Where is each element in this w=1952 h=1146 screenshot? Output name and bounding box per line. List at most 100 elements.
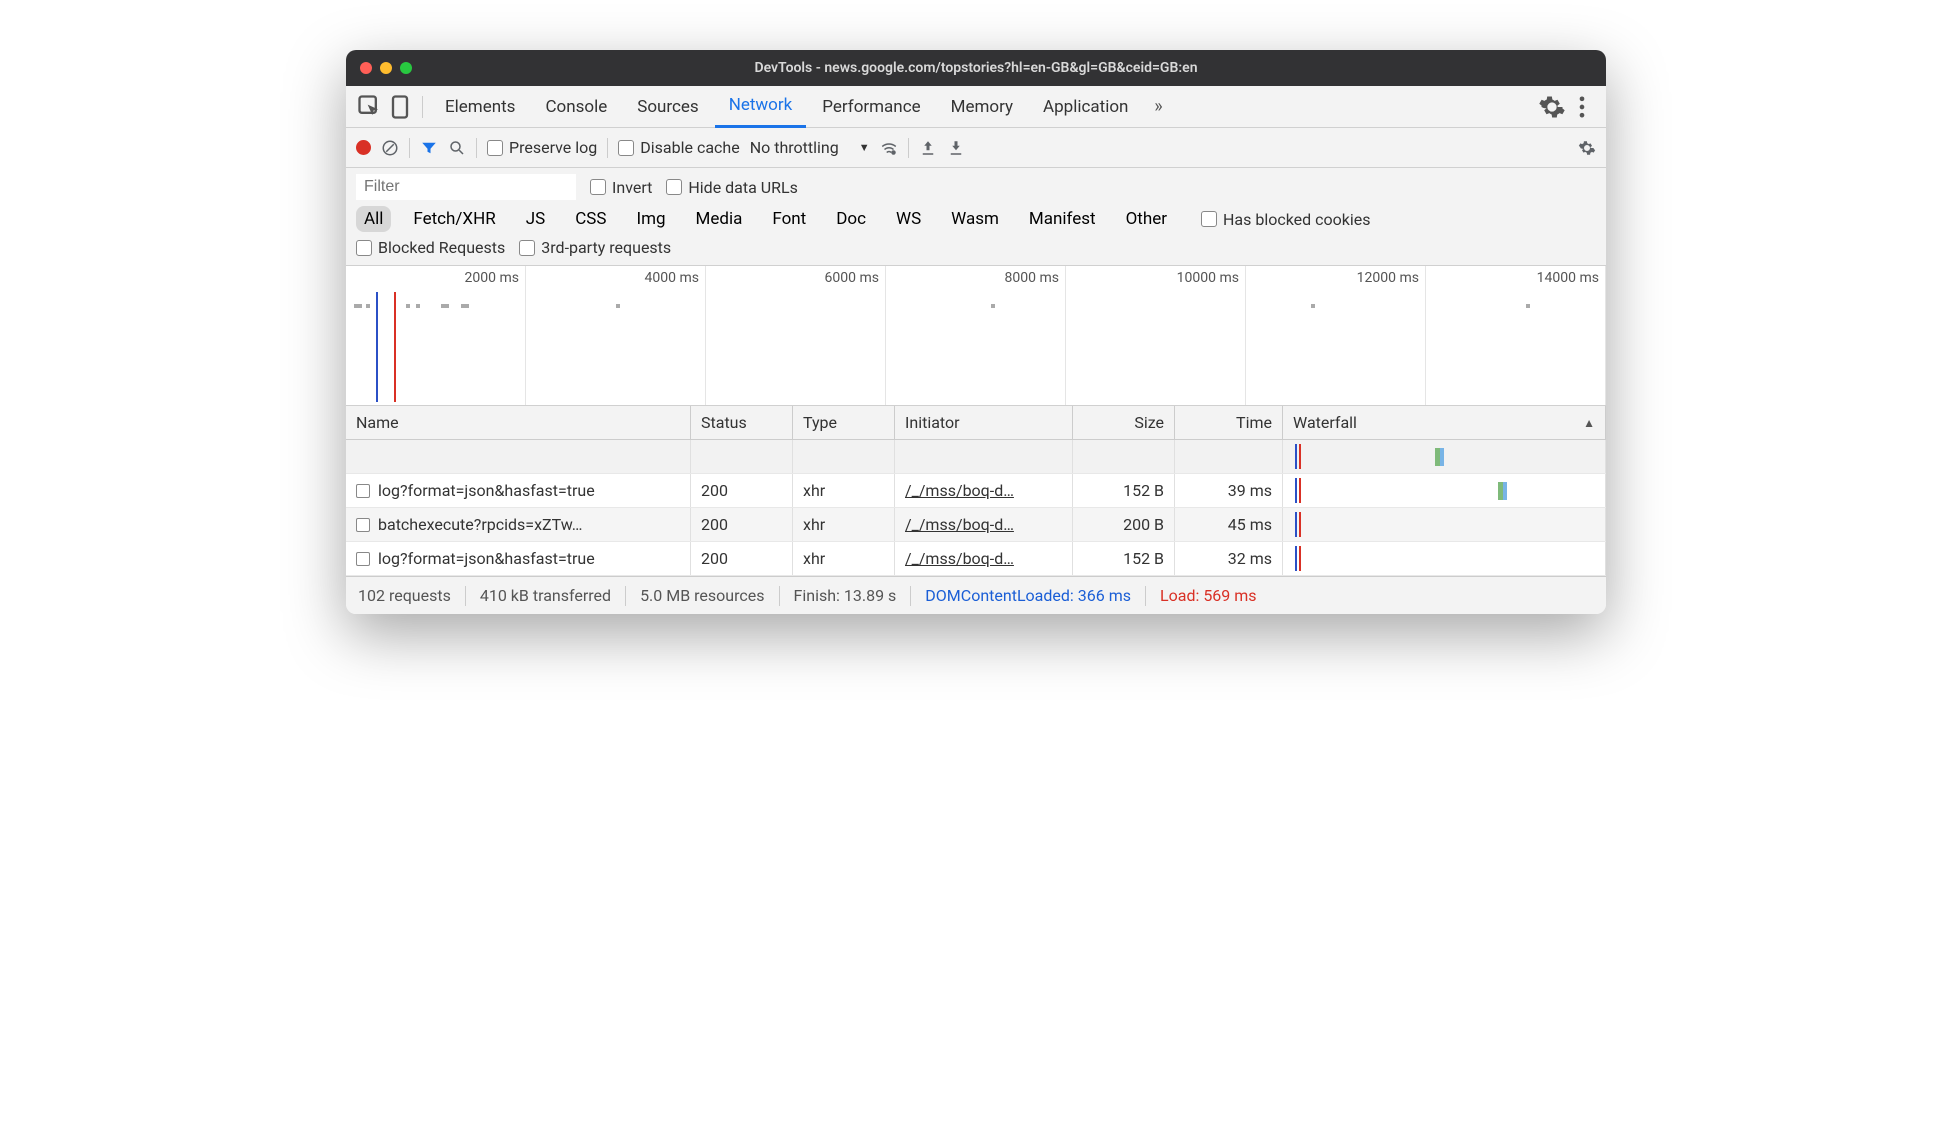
row-checkbox[interactable] — [356, 484, 370, 498]
filter-bar: Invert Hide data URLs All Fetch/XHR JS C… — [346, 168, 1606, 266]
col-header-name[interactable]: Name — [346, 406, 691, 439]
row-checkbox[interactable] — [356, 552, 370, 566]
request-initiator[interactable]: /_/mss/boq-d… — [905, 515, 1014, 534]
filter-type-js[interactable]: JS — [518, 206, 553, 232]
filter-type-other[interactable]: Other — [1118, 206, 1175, 232]
request-type: xhr — [793, 474, 895, 507]
request-status: 200 — [691, 542, 793, 575]
row-checkbox[interactable] — [356, 518, 370, 532]
timeline-overview[interactable]: 2000 ms 4000 ms 6000 ms 8000 ms 10000 ms… — [346, 266, 1606, 406]
col-header-initiator[interactable]: Initiator — [895, 406, 1073, 439]
filter-type-img[interactable]: Img — [628, 206, 673, 232]
status-resources: 5.0 MB resources — [640, 586, 764, 605]
activity-mark — [991, 304, 995, 308]
filter-type-css[interactable]: CSS — [567, 206, 614, 232]
blocked-cookies-checkbox[interactable]: Has blocked cookies — [1201, 210, 1371, 229]
disable-cache-checkbox[interactable]: Disable cache — [618, 138, 739, 157]
tab-elements[interactable]: Elements — [431, 86, 529, 128]
more-tabs-icon[interactable]: » — [1144, 93, 1172, 121]
tab-sources[interactable]: Sources — [623, 86, 712, 128]
request-type: xhr — [793, 542, 895, 575]
device-toggle-icon[interactable] — [386, 93, 414, 121]
chevron-down-icon: ▼ — [859, 141, 870, 154]
throttling-select[interactable]: No throttling ▼ — [750, 138, 870, 157]
timeline-tick-label: 10000 ms — [1177, 270, 1239, 286]
filter-type-ws[interactable]: WS — [888, 206, 929, 232]
activity-mark — [406, 304, 410, 308]
main-tabs: Elements Console Sources Network Perform… — [346, 86, 1606, 128]
status-load: Load: 569 ms — [1160, 586, 1257, 605]
blocked-requests-checkbox[interactable]: Blocked Requests — [356, 238, 505, 257]
table-row[interactable]: log?format=json&hasfast=true 200 xhr /_/… — [346, 542, 1606, 576]
upload-icon[interactable] — [919, 139, 937, 157]
tab-performance[interactable]: Performance — [808, 86, 934, 128]
timeline-tick-label: 4000 ms — [645, 270, 699, 286]
table-row[interactable]: log?format=json&hasfast=true 200 xhr /_/… — [346, 474, 1606, 508]
preserve-log-checkbox[interactable]: Preserve log — [487, 138, 597, 157]
request-initiator[interactable]: /_/mss/boq-d… — [905, 549, 1014, 568]
col-header-status[interactable]: Status — [691, 406, 793, 439]
hide-data-urls-checkbox[interactable]: Hide data URLs — [666, 178, 798, 197]
dom-loaded-marker — [376, 292, 378, 402]
tab-network[interactable]: Network — [715, 86, 807, 128]
settings-icon[interactable] — [1578, 139, 1596, 157]
network-conditions-icon[interactable] — [880, 139, 898, 157]
activity-mark — [1311, 304, 1315, 308]
request-name: batchexecute?rpcids=xZTw… — [378, 515, 582, 534]
request-size: 200 B — [1073, 508, 1175, 541]
status-dom-loaded: DOMContentLoaded: 366 ms — [925, 586, 1131, 605]
request-name: log?format=json&hasfast=true — [378, 481, 595, 500]
activity-mark — [461, 304, 469, 308]
download-icon[interactable] — [947, 139, 965, 157]
record-button[interactable] — [356, 140, 371, 155]
status-bar: 102 requests 410 kB transferred 5.0 MB r… — [346, 576, 1606, 614]
timeline-tick-label: 6000 ms — [825, 270, 879, 286]
filter-type-all[interactable]: All — [356, 206, 391, 232]
status-requests: 102 requests — [358, 586, 451, 605]
filter-type-manifest[interactable]: Manifest — [1021, 206, 1104, 232]
request-time: 45 ms — [1175, 508, 1283, 541]
separator — [422, 96, 423, 118]
filter-type-wasm[interactable]: Wasm — [943, 206, 1007, 232]
col-header-size[interactable]: Size — [1073, 406, 1175, 439]
timeline-tick-label: 2000 ms — [465, 270, 519, 286]
timeline-tick-label: 12000 ms — [1357, 270, 1419, 286]
activity-mark — [416, 304, 420, 308]
tab-console[interactable]: Console — [531, 86, 621, 128]
tab-memory[interactable]: Memory — [937, 86, 1027, 128]
tab-application[interactable]: Application — [1029, 86, 1142, 128]
third-party-checkbox[interactable]: 3rd-party requests — [519, 238, 671, 257]
col-header-time[interactable]: Time — [1175, 406, 1283, 439]
filter-type-media[interactable]: Media — [688, 206, 751, 232]
titlebar: DevTools - news.google.com/topstories?hl… — [346, 50, 1606, 86]
request-status: 200 — [691, 508, 793, 541]
col-header-waterfall[interactable]: Waterfall▲ — [1283, 406, 1606, 439]
timeline-tick-label: 14000 ms — [1537, 270, 1599, 286]
filter-input[interactable] — [356, 174, 576, 200]
request-time: 39 ms — [1175, 474, 1283, 507]
timeline-tick-label: 8000 ms — [1005, 270, 1059, 286]
filter-icon[interactable] — [420, 139, 438, 157]
request-size: 152 B — [1073, 542, 1175, 575]
filter-type-font[interactable]: Font — [764, 206, 814, 232]
settings-icon[interactable] — [1538, 93, 1566, 121]
network-toolbar: Preserve log Disable cache No throttling… — [346, 128, 1606, 168]
clear-icon[interactable] — [381, 139, 399, 157]
activity-mark — [366, 304, 370, 308]
filter-type-fetch[interactable]: Fetch/XHR — [405, 206, 503, 232]
request-type: xhr — [793, 508, 895, 541]
search-icon[interactable] — [448, 139, 466, 157]
table-header: Name Status Type Initiator Size Time Wat… — [346, 406, 1606, 440]
request-name: log?format=json&hasfast=true — [378, 549, 595, 568]
request-initiator[interactable]: /_/mss/boq-d… — [905, 481, 1014, 500]
kebab-menu-icon[interactable] — [1568, 93, 1596, 121]
status-finish: Finish: 13.89 s — [794, 586, 897, 605]
table-row[interactable]: batchexecute?rpcids=xZTw… 200 xhr /_/mss… — [346, 508, 1606, 542]
invert-checkbox[interactable]: Invert — [590, 178, 652, 197]
activity-mark — [616, 304, 620, 308]
col-header-type[interactable]: Type — [793, 406, 895, 439]
window-title: DevTools - news.google.com/topstories?hl… — [346, 60, 1606, 76]
inspect-element-icon[interactable] — [356, 93, 384, 121]
filter-type-doc[interactable]: Doc — [828, 206, 874, 232]
activity-mark — [441, 304, 449, 308]
